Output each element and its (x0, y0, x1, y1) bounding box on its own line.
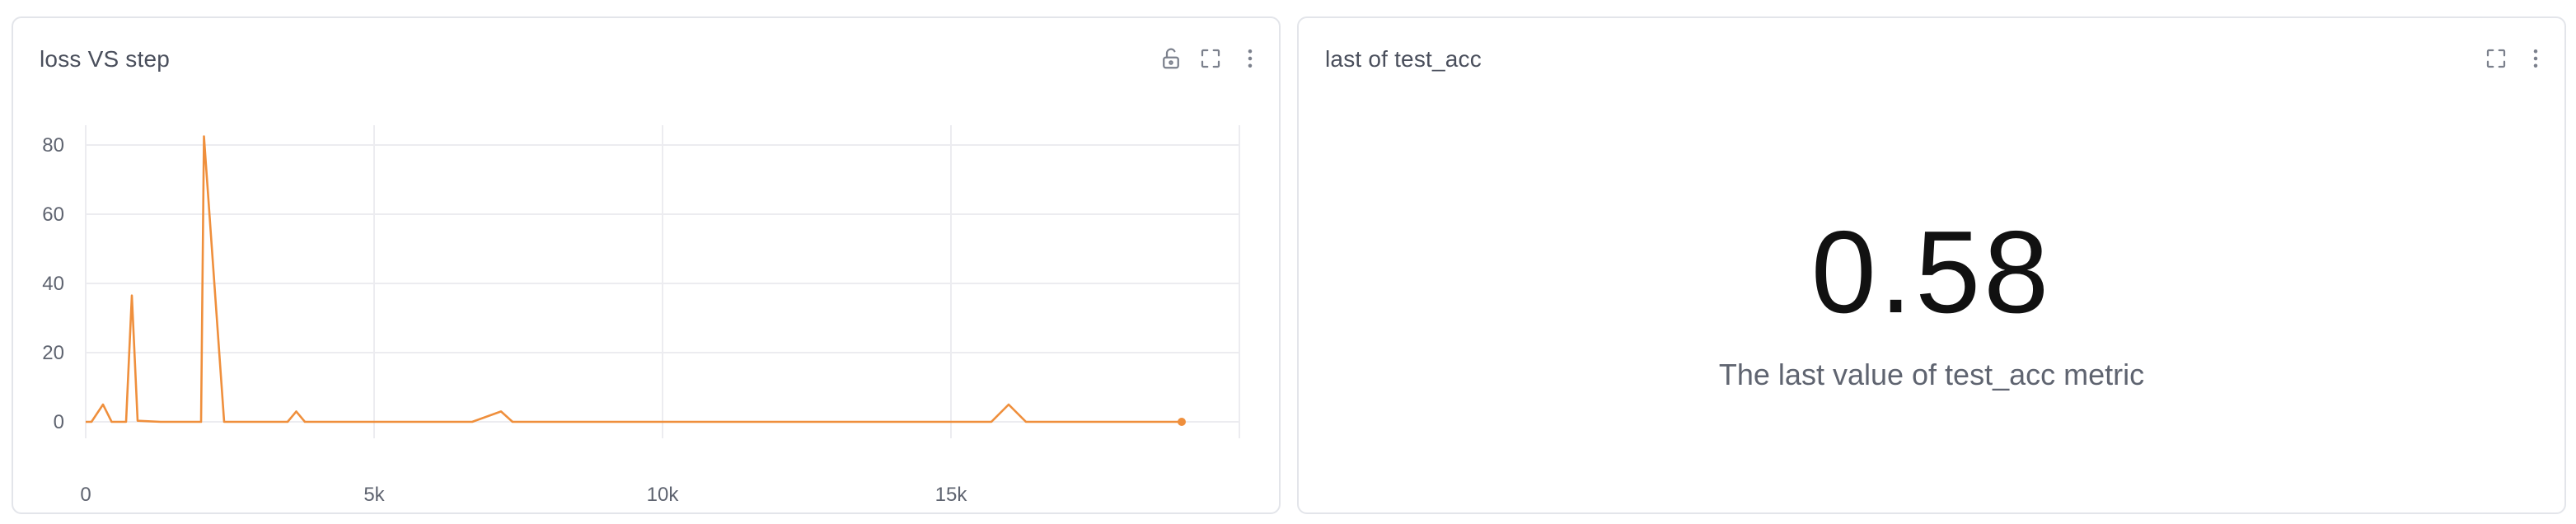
y-tick-label: 0 (54, 411, 64, 433)
loss-line-chart: 0 20 40 60 80 0 5k 10k 15k (42, 125, 1240, 506)
last-point-marker (1178, 418, 1186, 426)
loss-chart-panel: loss VS step 0 20 40 60 80 0 5k 10k 15k (12, 16, 1281, 514)
metric-caption: The last value of test_acc metric (1718, 358, 2145, 391)
metric-value: 0.58 (1810, 207, 2053, 338)
y-tick-label: 40 (42, 273, 64, 295)
x-tick-label: 5k (363, 484, 385, 506)
fullscreen-icon[interactable] (2484, 46, 2508, 71)
y-tick-label: 60 (42, 204, 64, 226)
loss-series-line (86, 135, 1182, 423)
y-tick-label: 80 (42, 134, 64, 157)
more-vertical-icon[interactable] (2523, 46, 2548, 71)
panel-title: last of test_acc (1325, 46, 1482, 72)
y-tick-label: 20 (42, 342, 64, 364)
panel-actions (2484, 46, 2548, 71)
x-tick-label: 15k (935, 484, 968, 506)
x-tick-label: 0 (80, 484, 91, 506)
test-acc-metric-panel: last of test_acc 0.58 The last value of … (1297, 16, 2566, 514)
x-tick-label: 10k (647, 484, 680, 506)
